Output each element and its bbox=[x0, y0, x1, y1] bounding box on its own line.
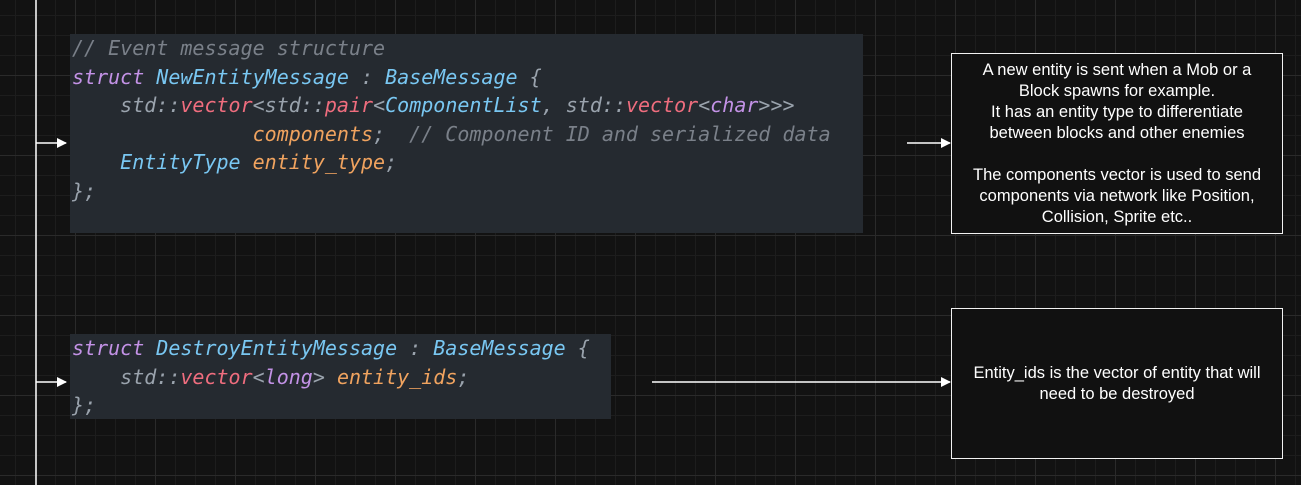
code-1-line: // Event message structure bbox=[72, 34, 863, 63]
code-token: vector bbox=[180, 364, 253, 389]
code-token: // Event message structure bbox=[72, 36, 386, 60]
code-1-line: components; // Component ID and serializ… bbox=[72, 120, 863, 149]
code-token: > bbox=[312, 364, 325, 389]
code-2-line: std::vector<long> entity_ids; bbox=[72, 363, 611, 392]
code-token: , std:: bbox=[541, 93, 626, 117]
code-token: >>> bbox=[758, 93, 795, 117]
code-token: < bbox=[252, 364, 265, 389]
code-token: struct bbox=[72, 64, 145, 89]
code-token: long bbox=[264, 364, 313, 389]
code-2-line: struct DestroyEntityMessage : BaseMessag… bbox=[72, 334, 611, 363]
code-token: DestroyEntityMessage bbox=[156, 336, 398, 360]
note-destroy-entity-description[interactable]: Entity_ids is the vector of entity that … bbox=[951, 308, 1283, 459]
code-token: ; bbox=[373, 121, 386, 146]
code-token: vector bbox=[180, 93, 253, 117]
code-token: std bbox=[72, 93, 157, 117]
code-token: components bbox=[252, 121, 374, 146]
note-destroy-entity-text: Entity_ids is the vector of entity that … bbox=[973, 363, 1261, 403]
code-token: char bbox=[710, 93, 759, 117]
code-token: std:: bbox=[72, 364, 181, 389]
code-token: < bbox=[373, 93, 386, 117]
code-token: :: bbox=[156, 93, 181, 117]
code-token: { bbox=[565, 336, 590, 360]
code-2-line: }; bbox=[72, 391, 611, 419]
code-token: ; bbox=[385, 150, 398, 174]
code-token: }; bbox=[72, 393, 97, 417]
code-token: // Component ID and serialized data bbox=[385, 121, 831, 146]
code-token: }; bbox=[72, 178, 97, 203]
note-new-entity-description[interactable]: A new entity is sent when a Mob or a Blo… bbox=[951, 53, 1283, 234]
code-block-destroy-entity-message[interactable]: struct DestroyEntityMessage : BaseMessag… bbox=[70, 334, 611, 419]
code-1-line: struct NewEntityMessage : BaseMessage { bbox=[72, 63, 863, 92]
code-block-new-entity-message[interactable]: // Event message structure struct NewEnti… bbox=[70, 34, 863, 233]
code-token: { bbox=[517, 64, 542, 89]
code-token: <std:: bbox=[252, 93, 325, 117]
code-token: BaseMessage bbox=[385, 64, 518, 89]
code-token: : bbox=[397, 336, 434, 360]
code-token: EntityType bbox=[120, 150, 241, 174]
code-token: < bbox=[698, 93, 711, 117]
note-new-entity-text: A new entity is sent when a Mob or a Blo… bbox=[973, 60, 1261, 226]
code-token: NewEntityMessage bbox=[156, 64, 349, 89]
code-token: BaseMessage bbox=[433, 336, 566, 360]
code-token: entity_type bbox=[252, 150, 386, 174]
code-1-line: std::vector<std::pair<ComponentList, std… bbox=[72, 91, 863, 120]
code-1-line: EntityType entity_type; bbox=[72, 148, 863, 177]
code-token: ; bbox=[457, 364, 470, 389]
code-token: vector bbox=[625, 93, 699, 117]
code-token: struct bbox=[72, 336, 145, 360]
code-token: pair bbox=[324, 93, 374, 117]
code-token: ComponentList bbox=[385, 93, 542, 117]
code-token: : bbox=[348, 64, 386, 89]
code-token: entity_ids bbox=[336, 364, 458, 389]
code-1-line: }; bbox=[72, 177, 863, 206]
